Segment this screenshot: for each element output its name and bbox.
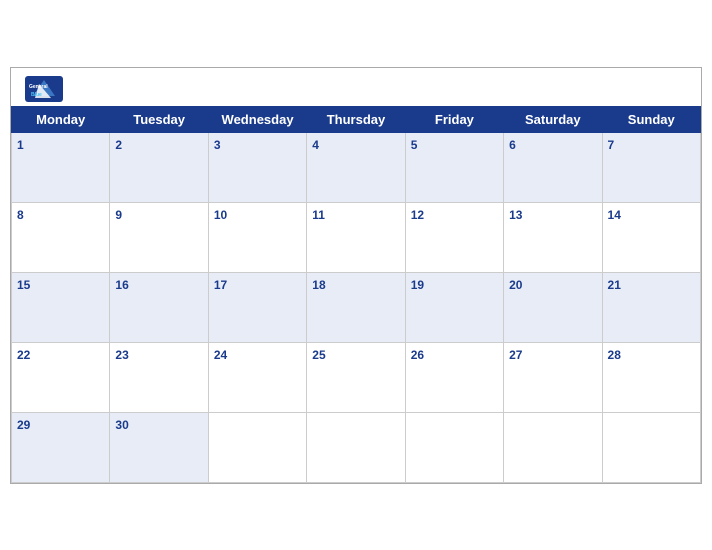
generalblue-logo-icon: General Blue [25,76,63,102]
calendar-cell: 29 [12,412,110,482]
weekday-header-row: MondayTuesdayWednesdayThursdayFridaySatu… [12,106,701,132]
calendar-cell: 14 [602,202,700,272]
calendar-cell [307,412,405,482]
date-number: 8 [17,208,24,222]
week-row-1: 1 2 3 4 5 6 7 [12,132,701,202]
svg-text:Blue: Blue [31,92,42,98]
calendar-cell: 18 [307,272,405,342]
calendar-cell: 25 [307,342,405,412]
calendar-cell: 2 [110,132,208,202]
calendar-cell: 12 [405,202,503,272]
calendar-cell: 11 [307,202,405,272]
date-number: 26 [411,348,424,362]
date-number: 15 [17,278,30,292]
date-number: 27 [509,348,522,362]
calendar-cell: 21 [602,272,700,342]
date-number: 11 [312,208,325,222]
calendar-container: General Blue MondayTuesdayWednesdayThurs… [10,67,702,484]
calendar-cell [208,412,306,482]
calendar-table: MondayTuesdayWednesdayThursdayFridaySatu… [11,106,701,483]
week-row-3: 15 16 17 18 19 20 21 [12,272,701,342]
date-number: 7 [608,138,615,152]
date-number: 13 [509,208,522,222]
calendar-cell: 9 [110,202,208,272]
calendar-cell: 19 [405,272,503,342]
date-number: 21 [608,278,621,292]
calendar-cell: 7 [602,132,700,202]
date-number: 6 [509,138,516,152]
date-number: 12 [411,208,424,222]
calendar-cell: 16 [110,272,208,342]
calendar-cell: 26 [405,342,503,412]
calendar-cell: 13 [504,202,602,272]
weekday-header-friday: Friday [405,106,503,132]
date-number: 18 [312,278,325,292]
date-number: 2 [115,138,122,152]
weekday-header-monday: Monday [12,106,110,132]
date-number: 23 [115,348,128,362]
calendar-cell: 15 [12,272,110,342]
weekday-header-saturday: Saturday [504,106,602,132]
calendar-cell [602,412,700,482]
date-number: 4 [312,138,319,152]
weekday-header-thursday: Thursday [307,106,405,132]
week-row-4: 22 23 24 25 26 27 28 [12,342,701,412]
weekday-header-wednesday: Wednesday [208,106,306,132]
date-number: 10 [214,208,227,222]
date-number: 25 [312,348,325,362]
calendar-cell: 27 [504,342,602,412]
calendar-header: General Blue [11,68,701,106]
calendar-cell: 8 [12,202,110,272]
calendar-cell: 10 [208,202,306,272]
calendar-cell: 1 [12,132,110,202]
date-number: 1 [17,138,24,152]
calendar-cell [405,412,503,482]
logo-area: General Blue [25,76,63,102]
date-number: 5 [411,138,418,152]
date-number: 30 [115,418,128,432]
calendar-cell: 5 [405,132,503,202]
calendar-cell: 4 [307,132,405,202]
date-number: 24 [214,348,227,362]
calendar-cell [504,412,602,482]
date-number: 3 [214,138,221,152]
calendar-cell: 22 [12,342,110,412]
calendar-cell: 6 [504,132,602,202]
date-number: 19 [411,278,424,292]
weekday-header-sunday: Sunday [602,106,700,132]
date-number: 14 [608,208,621,222]
date-number: 28 [608,348,621,362]
date-number: 16 [115,278,128,292]
calendar-cell: 17 [208,272,306,342]
calendar-cell: 20 [504,272,602,342]
date-number: 9 [115,208,122,222]
calendar-cell: 3 [208,132,306,202]
date-number: 29 [17,418,30,432]
weekday-header-tuesday: Tuesday [110,106,208,132]
calendar-cell: 23 [110,342,208,412]
week-row-2: 8 9 10 11 12 13 14 [12,202,701,272]
calendar-cell: 24 [208,342,306,412]
calendar-cell: 28 [602,342,700,412]
calendar-cell: 30 [110,412,208,482]
date-number: 22 [17,348,30,362]
date-number: 20 [509,278,522,292]
week-row-5: 29 30 [12,412,701,482]
date-number: 17 [214,278,227,292]
svg-text:General: General [29,84,48,90]
